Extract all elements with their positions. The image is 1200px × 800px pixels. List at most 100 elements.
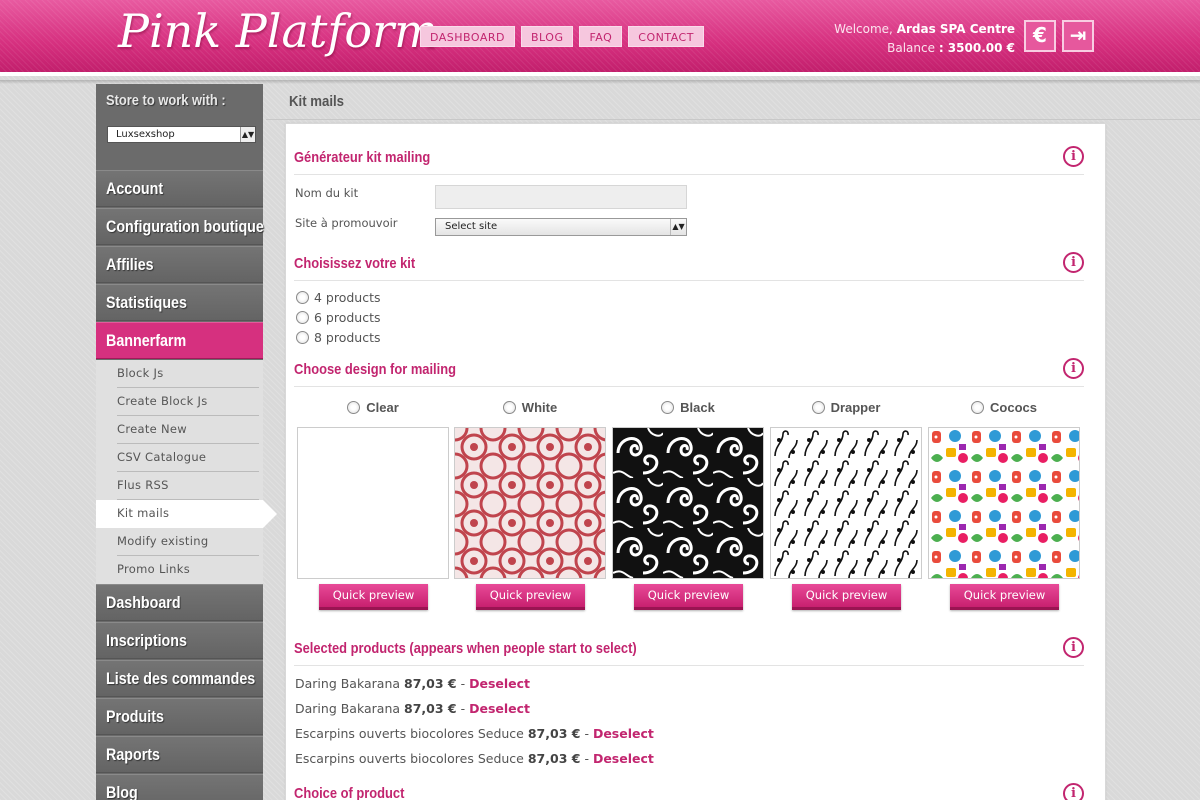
product-name: Daring Bakarana [295, 676, 401, 691]
kit-option-8[interactable]: 8 products [296, 330, 381, 346]
sidebar-item-dashboard[interactable]: Dashboard [96, 584, 263, 621]
section-title-generator: Générateur kit mailing [294, 149, 431, 166]
section-title-choose-kit: Choisissez votre kit [294, 255, 416, 272]
sidebar-item-statistiques[interactable]: Statistiques [96, 284, 263, 321]
design-label[interactable]: Cococs [928, 400, 1080, 415]
submenu-flus-rss[interactable]: Flus RSS [96, 472, 263, 500]
deselect-link[interactable]: Deselect [469, 676, 530, 691]
section-title-choice: Choice of product [294, 785, 405, 800]
design-label[interactable]: Black [612, 400, 764, 415]
sidebar-item-produits[interactable]: Produits [96, 698, 263, 735]
sidebar-item-label: Dashboard [106, 593, 181, 612]
sidebar-item-raports[interactable]: Raports [96, 736, 263, 773]
nav-faq[interactable]: FAQ [579, 26, 623, 47]
product-price: 87,03 € [527, 751, 581, 766]
kit-name-input[interactable] [435, 185, 687, 209]
sidebar-item-commandes[interactable]: Liste des commandes [96, 660, 263, 697]
euro-icon[interactable]: € [1024, 20, 1056, 52]
deselect-link[interactable]: Deselect [469, 701, 530, 716]
nav-contact[interactable]: CONTACT [628, 26, 704, 47]
radio-button[interactable] [661, 400, 675, 414]
submenu-block-js[interactable]: Block Js [96, 360, 263, 388]
quick-preview-button[interactable]: Quick preview [792, 584, 901, 610]
divider [294, 386, 1084, 387]
sidebar-item-label: Inscriptions [106, 631, 187, 650]
deselect-link[interactable]: Deselect [593, 751, 654, 766]
nav-blog[interactable]: BLOG [521, 26, 574, 47]
select-arrows-icon: ▲▼ [240, 127, 255, 142]
sidebar-item-label: Statistiques [106, 293, 187, 312]
selected-product-row: Daring Bakarana 87,03 € - Deselect [295, 676, 531, 691]
info-icon[interactable]: i [1063, 252, 1084, 273]
top-nav: DASHBOARD BLOG FAQ CONTACT [420, 26, 704, 47]
balance-value: : 3500.00 € [938, 41, 1015, 55]
kit-option-6[interactable]: 6 products [296, 310, 381, 326]
site-select[interactable]: Select site ▲▼ [435, 218, 687, 236]
divider [294, 665, 1084, 666]
store-select-value: Luxsexshop [116, 129, 175, 140]
store-select[interactable]: Luxsexshop ▲▼ [107, 126, 256, 143]
design-label[interactable]: Clear [297, 400, 449, 415]
quick-preview-button[interactable]: Quick preview [319, 584, 428, 610]
store-label: Store to work with : [106, 92, 226, 109]
product-price: 87,03 € [527, 726, 581, 741]
radio-button[interactable] [502, 400, 516, 414]
user-name: Ardas SPA Centre [896, 22, 1015, 36]
sidebar-item-label: Configuration boutique [106, 217, 264, 236]
submenu-modify-existing[interactable]: Modify existing [96, 528, 263, 556]
quick-preview-button[interactable]: Quick preview [476, 584, 585, 610]
quick-preview-button[interactable]: Quick preview [950, 584, 1059, 610]
selected-product-row: Daring Bakarana 87,03 € - Deselect [295, 701, 531, 716]
radio-button[interactable] [347, 400, 361, 414]
kit-name-label: Nom du kit [295, 186, 359, 200]
section-title-selected: Selected products (appears when people s… [294, 640, 637, 657]
info-icon[interactable]: i [1063, 783, 1084, 800]
balance-label: Balance [887, 41, 935, 55]
deselect-link[interactable]: Deselect [593, 726, 654, 741]
sidebar-item-label: Affilies [106, 255, 154, 274]
nav-dashboard[interactable]: DASHBOARD [420, 26, 516, 47]
submenu-promo-links[interactable]: Promo Links [96, 556, 263, 584]
sidebar-item-affilies[interactable]: Affilies [96, 246, 263, 283]
design-swatch-black[interactable] [612, 427, 764, 579]
sidebar-item-bannerfarm[interactable]: Bannerfarm [96, 322, 263, 359]
design-swatch-white[interactable] [454, 427, 606, 579]
design-swatch-clear[interactable] [297, 427, 449, 579]
submenu-csv-catalogue[interactable]: CSV Catalogue [96, 444, 263, 472]
info-icon[interactable]: i [1063, 358, 1084, 379]
site-select-value: Select site [445, 221, 498, 232]
submenu-create-new[interactable]: Create New [96, 416, 263, 444]
design-swatch-cococs[interactable] [928, 427, 1080, 579]
submenu-create-block-js[interactable]: Create Block Js [96, 388, 263, 416]
sidebar-item-label: Blog [106, 783, 138, 800]
radio-button[interactable] [296, 311, 309, 324]
design-label[interactable]: White [454, 400, 606, 415]
divider [294, 280, 1084, 281]
sidebar-item-label: Raports [106, 745, 160, 764]
sidebar-item-inscriptions[interactable]: Inscriptions [96, 622, 263, 659]
logout-icon[interactable]: ⇥ [1062, 20, 1094, 52]
info-icon[interactable]: i [1063, 637, 1084, 658]
selected-product-row: Escarpins ouverts biocolores Seduce 87,0… [295, 751, 654, 766]
submenu-kit-mails[interactable]: Kit mails [96, 500, 263, 528]
top-header: Pink Platform DASHBOARD BLOG FAQ CONTACT… [0, 0, 1200, 76]
sidebar-item-label: Account [106, 179, 164, 198]
logo[interactable]: Pink Platform [118, 4, 438, 58]
sidebar-item-configuration[interactable]: Configuration boutique [96, 208, 264, 245]
quick-preview-button[interactable]: Quick preview [634, 584, 743, 610]
radio-button[interactable] [971, 400, 985, 414]
radio-button[interactable] [296, 331, 309, 344]
site-label: Site à promouvoir [295, 216, 398, 230]
radio-button[interactable] [811, 400, 825, 414]
radio-button[interactable] [296, 291, 309, 304]
sidebar-item-blog[interactable]: Blog [96, 774, 263, 800]
sidebar-item-account[interactable]: Account [96, 170, 263, 207]
info-icon[interactable]: i [1063, 146, 1084, 167]
welcome-block: Welcome, Ardas SPA Centre Balance : 3500… [834, 20, 1015, 58]
design-swatch-drapper[interactable] [770, 427, 922, 579]
divider [294, 174, 1084, 175]
design-label[interactable]: Drapper [770, 400, 922, 415]
kit-option-4[interactable]: 4 products [296, 290, 381, 306]
page-title: Kit mails [289, 93, 345, 110]
selected-product-row: Escarpins ouverts biocolores Seduce 87,0… [295, 726, 654, 741]
